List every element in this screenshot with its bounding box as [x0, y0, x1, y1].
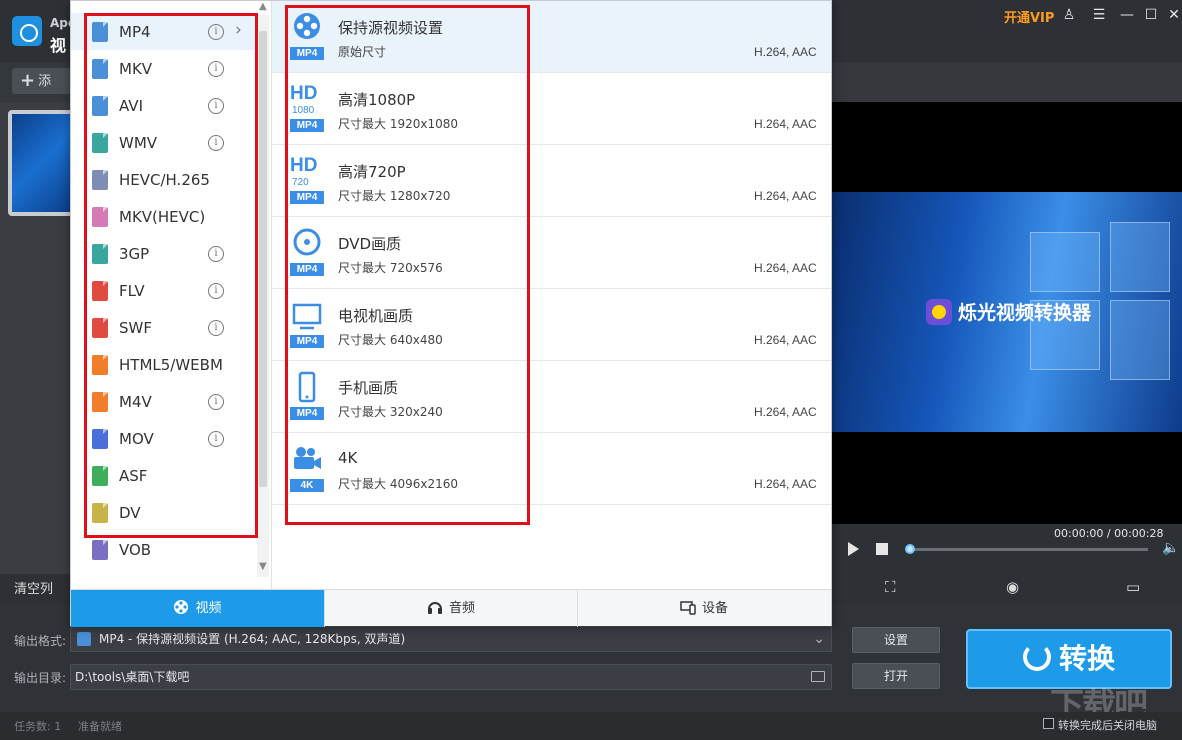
- progress-slider[interactable]: [908, 548, 1148, 551]
- highlight-box-formats: [84, 13, 258, 538]
- vip-link[interactable]: 开通VIP: [1004, 7, 1054, 26]
- status-bar: [0, 712, 1182, 740]
- tab-label: 视频: [195, 601, 222, 616]
- output-format-value: MP4 - 保持源视频设置 (H.264; AAC, 128Kbps, 双声道): [99, 632, 406, 646]
- file-format-icon: [92, 540, 108, 560]
- watermark-text: 烁光视频转换器: [958, 302, 1092, 324]
- status-text: 准备就绪: [78, 720, 122, 733]
- scroll-down-icon[interactable]: ▼: [259, 561, 267, 572]
- convert-label: 转换: [1058, 642, 1115, 675]
- output-dir-input[interactable]: D:\tools\桌面\下载吧: [70, 664, 832, 690]
- preview-frame: 烁光视频转换器: [830, 192, 1182, 432]
- tab-device[interactable]: 设备: [577, 590, 830, 627]
- tab-video[interactable]: 视频: [71, 590, 324, 627]
- plus-icon: +: [20, 70, 36, 91]
- category-tabs: 视频 音频 设备: [71, 589, 831, 627]
- file-thumbnail[interactable]: [8, 110, 74, 216]
- film-reel-icon: [173, 593, 189, 614]
- minimize-icon[interactable]: —: [1116, 4, 1138, 26]
- volume-icon[interactable]: 🔈: [1162, 540, 1179, 556]
- add-file-label: 添: [38, 74, 52, 89]
- format-popup: MP4 i › MKV i AVI i WMV i HEVC/H.265 MKV(HEVC) 3GP i…: [70, 0, 832, 627]
- window-pane: [1110, 222, 1170, 292]
- scroll-up-icon[interactable]: ▲: [259, 1, 267, 12]
- settings-button[interactable]: 设置: [852, 627, 940, 653]
- app-logo-icon: [12, 16, 42, 46]
- snapshot-icon[interactable]: ◉: [1006, 578, 1019, 596]
- progress-handle[interactable]: [905, 544, 915, 554]
- maximize-icon[interactable]: ☐: [1140, 4, 1162, 26]
- preset-codec: H.264, AAC: [754, 477, 817, 491]
- window-pane: [1030, 232, 1100, 292]
- window-pane: [1110, 300, 1170, 380]
- shutdown-label: 转换完成后关闭电脑: [1058, 719, 1157, 732]
- video-preview: 烁光视频转换器: [830, 102, 1182, 524]
- folder-icon[interactable]: ▭: [1126, 578, 1140, 596]
- brand-logo-icon: [926, 299, 952, 325]
- chevron-down-icon: ⌄: [813, 631, 825, 647]
- output-dir-value: D:\tools\桌面\下载吧: [75, 670, 190, 684]
- add-file-button[interactable]: + 添: [12, 68, 72, 94]
- highlight-box-presets: [285, 5, 530, 525]
- mp4-icon: [77, 632, 91, 646]
- preset-codec: H.264, AAC: [754, 333, 817, 347]
- output-dir-label: 输出目录:: [14, 671, 67, 685]
- headphones-icon: [427, 593, 443, 614]
- output-format-label: 输出格式:: [14, 634, 67, 648]
- preset-codec: H.264, AAC: [754, 117, 817, 131]
- app-name-sub: 视: [50, 36, 67, 55]
- preset-codec: H.264, AAC: [754, 405, 817, 419]
- preset-codec: H.264, AAC: [754, 189, 817, 203]
- preset-codec: H.264, AAC: [754, 261, 817, 275]
- tab-label: 设备: [701, 601, 728, 616]
- menu-icon[interactable]: ☰: [1088, 4, 1110, 26]
- format-label: VOB: [119, 541, 152, 559]
- folder-icon[interactable]: [811, 671, 825, 682]
- time-display: 00:00:00 / 00:00:28: [1054, 527, 1164, 540]
- tab-label: 音频: [448, 601, 475, 616]
- scroll-thumb[interactable]: [259, 31, 267, 487]
- output-format-select[interactable]: MP4 - 保持源视频设置 (H.264; AAC, 128Kbps, 双声道)…: [70, 626, 832, 652]
- task-count: 任务数: 1: [14, 720, 62, 733]
- preset-codec: H.264, AAC: [754, 45, 817, 59]
- clear-list-button[interactable]: 清空列: [14, 578, 53, 597]
- play-icon[interactable]: [848, 542, 859, 556]
- close-icon[interactable]: ✕: [1163, 4, 1182, 26]
- preview-watermark: 烁光视频转换器: [926, 298, 1091, 325]
- tab-audio[interactable]: 音频: [324, 590, 577, 627]
- open-button[interactable]: 打开: [852, 663, 940, 689]
- format-list-scrollbar[interactable]: [257, 15, 269, 577]
- devices-icon: [680, 593, 696, 615]
- user-icon[interactable]: ♙: [1058, 4, 1080, 26]
- refresh-icon: [1022, 643, 1051, 671]
- crop-icon[interactable]: ⛶: [885, 578, 896, 596]
- stop-icon[interactable]: [876, 543, 888, 555]
- shutdown-checkbox[interactable]: [1043, 718, 1054, 729]
